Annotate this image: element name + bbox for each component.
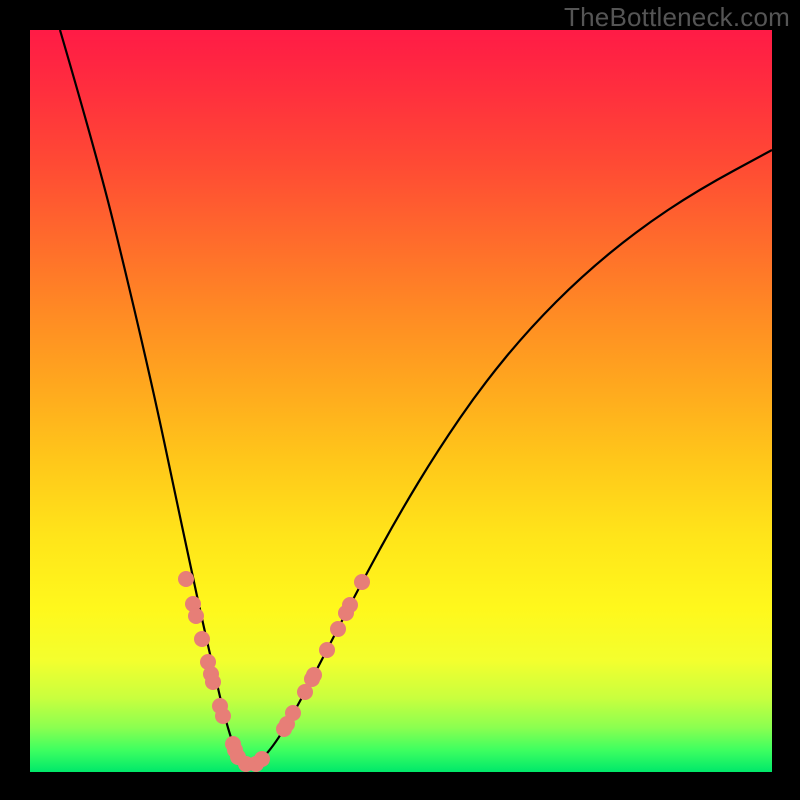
watermark-text: TheBottleneck.com <box>564 2 790 33</box>
dots-group <box>178 571 370 772</box>
bottleneck-curve <box>60 30 772 764</box>
data-dot <box>178 571 194 587</box>
data-dot <box>285 705 301 721</box>
curve-layer <box>30 30 772 772</box>
data-dot <box>205 674 221 690</box>
data-dot <box>319 642 335 658</box>
data-dot <box>215 708 231 724</box>
data-dot <box>194 631 210 647</box>
data-dot <box>330 621 346 637</box>
data-dot <box>354 574 370 590</box>
data-dot <box>306 667 322 683</box>
data-dot <box>342 597 358 613</box>
data-dot <box>188 608 204 624</box>
data-dot <box>254 751 270 767</box>
gradient-plot-area <box>30 30 772 772</box>
chart-frame: TheBottleneck.com <box>0 0 800 800</box>
